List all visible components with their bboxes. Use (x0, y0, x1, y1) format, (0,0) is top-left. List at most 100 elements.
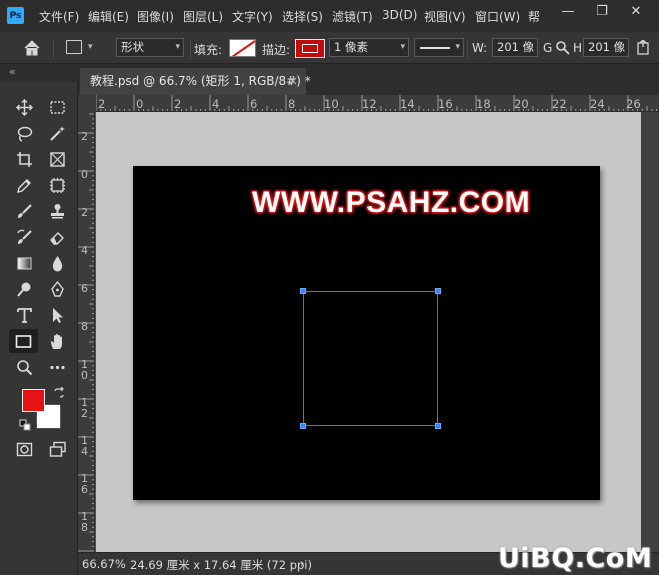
menu-view[interactable]: 视图(V) (424, 8, 466, 25)
zoom-level[interactable]: 66.67% (82, 557, 126, 571)
rectangle-tool-preset-icon[interactable] (66, 40, 82, 54)
ruler-label: 0 (81, 168, 88, 181)
transform-handle-bottom-left[interactable] (300, 423, 306, 429)
fill-swatch[interactable] (229, 39, 256, 57)
menu-edit[interactable]: 编辑(E) (88, 8, 129, 25)
ruler-origin[interactable] (78, 95, 96, 112)
stroke-label: 描边: (262, 43, 291, 57)
type-tool-icon[interactable] (11, 303, 37, 327)
ruler-label: 26 (626, 97, 641, 111)
gradient-tool-icon[interactable] (11, 251, 37, 275)
photoshop-logo-icon[interactable]: Ps (7, 7, 24, 24)
ruler-label: 22 (552, 97, 567, 111)
transform-handle-top-left[interactable] (300, 288, 306, 294)
menu-type[interactable]: 文字(Y) (232, 8, 273, 25)
marquee-tool-icon[interactable] (44, 95, 70, 119)
menu-help[interactable]: 帮 (528, 8, 540, 25)
tab-close-icon[interactable]: × (288, 68, 298, 95)
dodge-tool-icon[interactable] (11, 277, 37, 301)
ruler-label: 2 (81, 130, 88, 143)
stroke-type-select[interactable]: ▾ (414, 38, 464, 57)
ruler-label: 4 (81, 244, 88, 257)
blur-tool-icon[interactable] (44, 251, 70, 275)
path-selection-tool-icon[interactable] (44, 303, 70, 327)
magic-wand-tool-icon[interactable] (44, 121, 70, 145)
crop-tool-icon[interactable] (11, 147, 37, 171)
foreground-color-swatch[interactable] (22, 389, 45, 412)
move-tool-icon[interactable] (11, 95, 37, 119)
collapse-icon[interactable]: « (9, 65, 16, 78)
ruler-label: 10 (324, 97, 339, 111)
brush-tool-icon[interactable] (11, 199, 37, 223)
ruler-label: 6 (81, 282, 88, 295)
status-menu-arrow-icon[interactable]: › (300, 556, 305, 570)
eyedropper-tool-icon[interactable] (11, 173, 37, 197)
default-colors-icon[interactable] (19, 419, 31, 431)
stroke-width-select[interactable]: 1 像素 ▾ (329, 38, 409, 57)
ruler-label: 4 (212, 97, 220, 111)
stroke-width-value: 1 像素 (334, 40, 368, 54)
zoom-tool-icon[interactable] (11, 355, 37, 379)
ruler-label: 14 (400, 97, 415, 111)
tools-panel-header: « (0, 64, 78, 82)
stamp-tool-icon[interactable] (44, 199, 70, 223)
tools-panel (0, 82, 78, 575)
canvas-text-layer: WWW.PSAHZ.COM (252, 186, 531, 219)
menu-file[interactable]: 文件(F) (39, 8, 79, 25)
hand-tool-icon[interactable] (44, 329, 70, 353)
eraser-tool-icon[interactable] (44, 225, 70, 249)
width-label: W: (472, 41, 488, 55)
quick-mask-icon[interactable] (11, 437, 37, 461)
horizontal-ruler: 2 0 2 4 6 8 10 12 14 16 18 20 22 24 26 (96, 95, 659, 112)
ruler-label: 1 2 (81, 396, 88, 420)
history-brush-tool-icon[interactable] (11, 225, 37, 249)
height-label: H (573, 41, 583, 55)
transform-handle-bottom-right[interactable] (435, 423, 441, 429)
stroke-swatch[interactable] (295, 39, 325, 58)
height-input[interactable]: 201 像 (583, 38, 629, 57)
menu-image[interactable]: 图像(I) (137, 8, 174, 25)
tool-mode-select[interactable]: 形状 ▾ (116, 38, 184, 57)
document-tab-title: 教程.psd @ 66.7% (矩形 1, RGB/8#) * (90, 74, 311, 88)
screen-mode-icon[interactable] (44, 437, 70, 461)
document-info: 24.69 厘米 x 17.64 厘米 (72 ppi) (130, 558, 312, 572)
ruler-label: 20 (514, 97, 529, 111)
ruler-label: 1 8 (81, 510, 88, 534)
fill-label: 填充: (194, 43, 223, 57)
close-button[interactable]: ✕ (628, 4, 644, 20)
rectangle-tool-icon[interactable] (9, 329, 38, 353)
height-value: 201 像 (588, 40, 626, 54)
lasso-tool-icon[interactable] (11, 121, 37, 145)
link-proportions-icon[interactable] (555, 40, 571, 56)
frame-tool-icon[interactable] (44, 147, 70, 171)
path-arrange-icon[interactable] (634, 39, 652, 56)
tool-mode-value: 形状 (121, 40, 144, 54)
swap-colors-icon[interactable] (53, 386, 65, 399)
menu-select[interactable]: 选择(S) (282, 8, 323, 25)
menu-window[interactable]: 窗口(W) (475, 8, 520, 25)
home-icon[interactable] (22, 39, 42, 57)
minimize-button[interactable]: — (560, 4, 576, 20)
vertical-scrollbar[interactable] (641, 112, 659, 552)
chevron-down-icon[interactable]: ▾ (88, 42, 93, 52)
ruler-label: 2 (81, 206, 88, 219)
pen-tool-icon[interactable] (44, 277, 70, 301)
ruler-label: 12 (362, 97, 377, 111)
document-tab[interactable]: 教程.psd @ 66.7% (矩形 1, RGB/8#) * × (80, 68, 311, 95)
width-input[interactable]: 201 像 (492, 38, 538, 57)
restore-button[interactable]: ❐ (594, 4, 610, 20)
menu-layer[interactable]: 图层(L) (183, 8, 223, 25)
menu-bar: Ps 文件(F) 编辑(E) 图像(I) 图层(L) 文字(Y) 选择(S) 滤… (0, 0, 659, 32)
ruler-label: 1 0 (81, 358, 88, 382)
more-tools-icon[interactable] (44, 355, 70, 379)
brand-logo: UiBQ.CoM (498, 543, 653, 574)
transform-handle-top-right[interactable] (435, 288, 441, 294)
ruler-label: 1 4 (81, 434, 88, 458)
object-selection-tool-icon[interactable] (44, 173, 70, 197)
ruler-label: 24 (590, 97, 605, 111)
rectangle-shape[interactable] (303, 291, 438, 426)
menu-3d[interactable]: 3D(D) (382, 8, 417, 22)
ruler-label: 0 (136, 97, 144, 111)
ruler-label: 8 (81, 320, 88, 333)
menu-filter[interactable]: 滤镜(T) (332, 8, 373, 25)
